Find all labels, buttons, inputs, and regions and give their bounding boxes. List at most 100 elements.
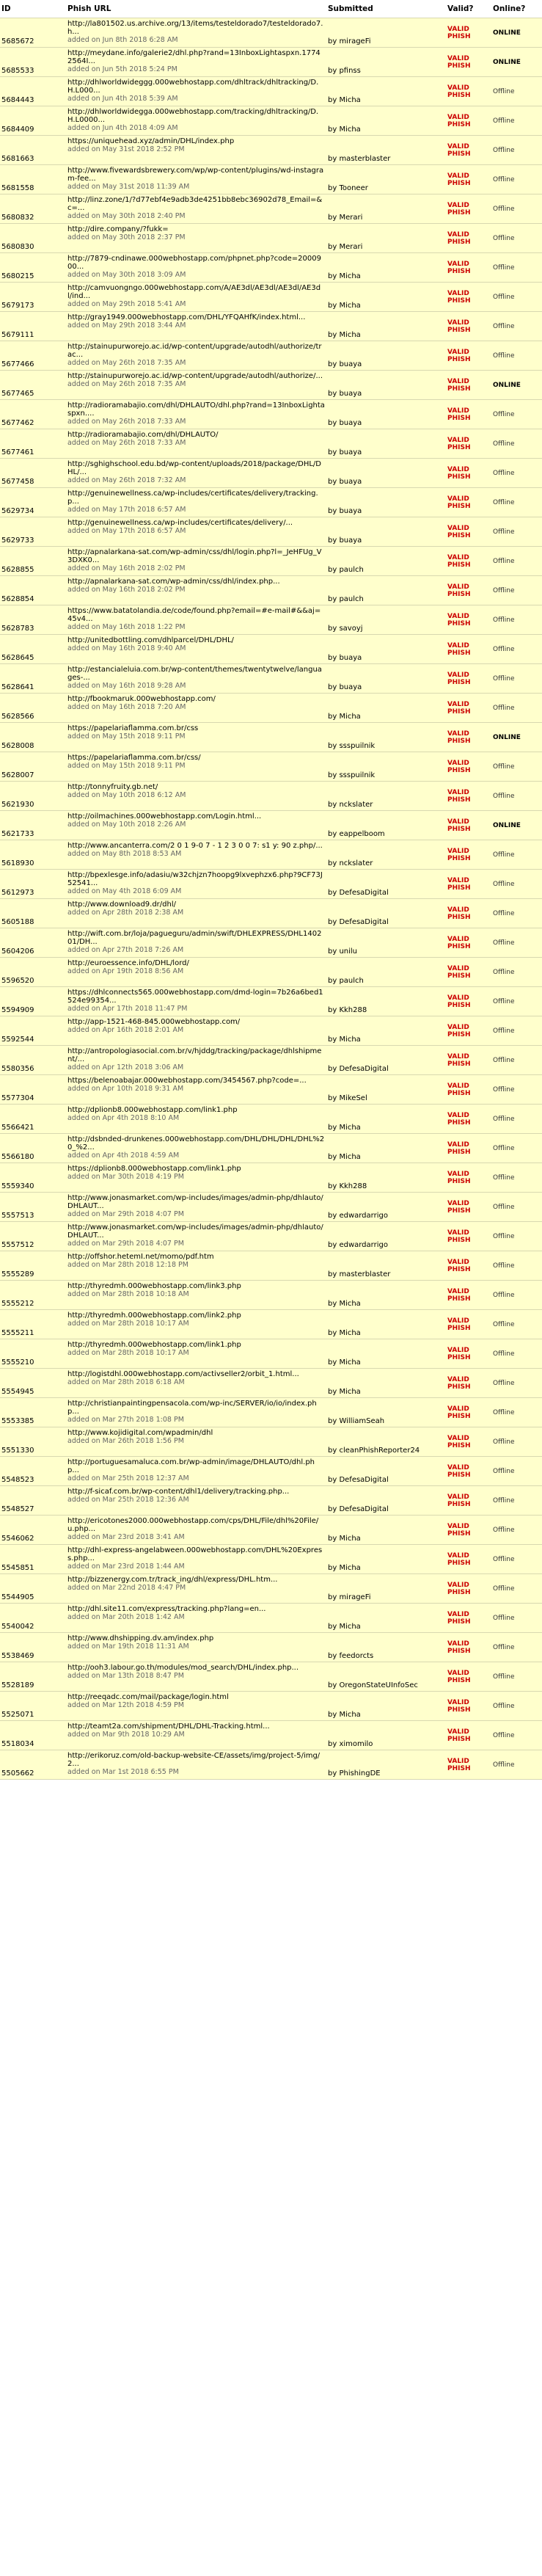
phish-url-link[interactable]: http://wift.com.br/loja/pagueguru/admin/… — [67, 930, 325, 946]
phish-url-link[interactable]: https://www.batatolandia.de/code/found.p… — [67, 607, 325, 623]
phish-id-link[interactable]: 5553385 — [1, 1417, 34, 1425]
phish-url-link[interactable]: http://la801502.us.archive.org/13/items/… — [67, 20, 325, 36]
submitter-link[interactable]: by savoyj — [328, 625, 363, 633]
header-valid[interactable]: Valid? — [446, 0, 491, 18]
submitter-link[interactable]: by DefesaDigital — [328, 1476, 389, 1484]
submitter-link[interactable]: by Micha — [328, 1153, 361, 1161]
phish-id-link[interactable]: 5528189 — [1, 1681, 34, 1689]
phish-id-link[interactable]: 5612973 — [1, 889, 34, 897]
submitter-link[interactable]: by Micha — [328, 302, 361, 310]
phish-url-link[interactable]: http://www.download9.dr/dhl/ — [67, 900, 325, 909]
header-id[interactable]: ID — [0, 0, 66, 18]
phish-url-link[interactable]: http://bpexlesge.info/adasiu/w32chjzn7ho… — [67, 871, 325, 887]
phish-id-link[interactable]: 5628645 — [1, 654, 34, 662]
phish-url-link[interactable]: https://papelariaflamma.com.br/css — [67, 724, 325, 732]
submitter-link[interactable]: by paulch — [328, 977, 364, 985]
submitter-link[interactable]: by Tooneer — [328, 184, 368, 192]
submitter-link[interactable]: by Micha — [328, 1329, 361, 1337]
submitter-link[interactable]: by ssspuilnik — [328, 742, 375, 750]
phish-id-link[interactable]: 5629733 — [1, 536, 34, 545]
phish-id-link[interactable]: 5680832 — [1, 214, 34, 222]
phish-id-link[interactable]: 5681663 — [1, 155, 34, 163]
submitter-link[interactable]: by buaya — [328, 536, 362, 545]
phish-url-link[interactable]: http://gray1949.000webhostapp.com/DHL/YF… — [67, 313, 325, 321]
phish-id-link[interactable]: 5684443 — [1, 96, 34, 104]
submitter-link[interactable]: by Kkh288 — [328, 1182, 367, 1190]
submitter-link[interactable]: by buaya — [328, 448, 362, 456]
phish-id-link[interactable]: 5677462 — [1, 419, 34, 427]
phish-url-link[interactable]: http://offshor.hetemI.net/momo/pdf.htm — [67, 1253, 325, 1261]
submitter-link[interactable]: by Merari — [328, 243, 362, 251]
phish-id-link[interactable]: 5680215 — [1, 272, 34, 280]
phish-id-link[interactable]: 5525071 — [1, 1711, 34, 1719]
phish-url-link[interactable]: http://estancialeluia.com.br/wp-content/… — [67, 666, 325, 682]
phish-url-link[interactable]: http://stainupurworejo.ac.id/wp-content/… — [67, 343, 325, 359]
phish-id-link[interactable]: 5628783 — [1, 625, 34, 633]
phish-id-link[interactable]: 5545851 — [1, 1564, 34, 1572]
phish-url-link[interactable]: http://www.kojidigital.com/wpadmin/dhl — [67, 1429, 325, 1437]
phish-id-link[interactable]: 5577304 — [1, 1094, 34, 1102]
phish-id-link[interactable]: 5551330 — [1, 1447, 34, 1455]
header-online[interactable]: Online? — [491, 0, 542, 18]
phish-url-link[interactable]: https://uniquehead.xyz/admin/DHL/index.p… — [67, 137, 325, 145]
submitter-link[interactable]: by Micha — [328, 1388, 361, 1396]
phish-url-link[interactable]: http://www.ancanterra.com/2 0 1 9-0 7 - … — [67, 842, 325, 850]
submitter-link[interactable]: by Micha — [328, 272, 361, 280]
submitter-link[interactable]: by unilu — [328, 947, 357, 956]
submitter-link[interactable]: by edwardarrigo — [328, 1241, 388, 1249]
phish-url-link[interactable]: http://thyredmh.000webhostapp.com/link1.… — [67, 1341, 325, 1349]
phish-id-link[interactable]: 5621733 — [1, 830, 34, 838]
submitter-link[interactable]: by Merari — [328, 214, 362, 222]
submitter-link[interactable]: by buaya — [328, 390, 362, 398]
phish-url-link[interactable]: https://dhlconnects565.000webhostapp.com… — [67, 989, 325, 1005]
phish-id-link[interactable]: 5604206 — [1, 947, 34, 956]
phish-url-link[interactable]: http://radioramabajio.com/dhl/DHLAUTO/ — [67, 431, 325, 439]
phish-id-link[interactable]: 5618930 — [1, 859, 34, 867]
submitter-link[interactable]: by paulch — [328, 566, 364, 574]
phish-id-link[interactable]: 5544905 — [1, 1593, 34, 1601]
phish-url-link[interactable]: http://www.jonasmarket.com/wp-includes/i… — [67, 1223, 325, 1240]
phish-id-link[interactable]: 5628855 — [1, 566, 34, 574]
submitter-link[interactable]: by WilliamSeah — [328, 1417, 384, 1425]
phish-url-link[interactable]: http://meydane.info/galerie2/dhl.php?ran… — [67, 49, 325, 65]
phish-id-link[interactable]: 5628566 — [1, 713, 34, 721]
submitter-link[interactable]: by paulch — [328, 595, 364, 603]
phish-url-link[interactable]: http://logistdhl.000webhostapp.com/activ… — [67, 1370, 325, 1378]
phish-id-link[interactable]: 5681558 — [1, 184, 34, 192]
phish-id-link[interactable]: 5548523 — [1, 1476, 34, 1484]
submitter-link[interactable]: by buaya — [328, 683, 362, 691]
submitter-link[interactable]: by DefesaDigital — [328, 1505, 389, 1513]
phish-id-link[interactable]: 5557513 — [1, 1212, 34, 1220]
submitter-link[interactable]: by pfinss — [328, 67, 361, 75]
submitter-link[interactable]: by Micha — [328, 1036, 361, 1044]
phish-id-link[interactable]: 5555211 — [1, 1329, 34, 1337]
phish-id-link[interactable]: 5677461 — [1, 448, 34, 456]
phish-url-link[interactable]: https://dplionb8.000webhostapp.com/link1… — [67, 1165, 325, 1173]
submitter-link[interactable]: by Micha — [328, 1124, 361, 1132]
submitter-link[interactable]: by mirageFi — [328, 37, 371, 46]
header-submitted[interactable]: Submitted — [326, 0, 446, 18]
submitter-link[interactable]: by eappelboom — [328, 830, 385, 838]
submitter-link[interactable]: by buaya — [328, 419, 362, 427]
phish-id-link[interactable]: 5555289 — [1, 1270, 34, 1278]
phish-url-link[interactable]: http://christianpaintingpensacola.com/wp… — [67, 1400, 325, 1416]
submitter-link[interactable]: by ssspuilnik — [328, 771, 375, 779]
phish-url-link[interactable]: http://app-1521-468-845.000webhostapp.co… — [67, 1018, 325, 1026]
phish-id-link[interactable]: 5580356 — [1, 1065, 34, 1073]
submitter-link[interactable]: by cleanPhishReporter24 — [328, 1447, 420, 1455]
header-phish-url[interactable]: Phish URL — [66, 0, 326, 18]
phish-url-link[interactable]: http://genuinewellness.ca/wp-includes/ce… — [67, 519, 325, 527]
submitter-link[interactable]: by DefesaDigital — [328, 889, 389, 897]
phish-url-link[interactable]: http://tonnyfruity.gb.net/ — [67, 783, 325, 791]
phish-id-link[interactable]: 5677465 — [1, 390, 34, 398]
submitter-link[interactable]: by mirageFi — [328, 1593, 371, 1601]
phish-id-link[interactable]: 5629734 — [1, 507, 34, 515]
phish-id-link[interactable]: 5548527 — [1, 1505, 34, 1513]
phish-id-link[interactable]: 5621930 — [1, 801, 34, 809]
submitter-link[interactable]: by Micha — [328, 96, 361, 104]
submitter-link[interactable]: by buaya — [328, 654, 362, 662]
phish-url-link[interactable]: http://dhlworldwideggg.000webhostapp.com… — [67, 79, 325, 95]
phish-url-link[interactable]: http://dsbnded-drunkenes.000webhostapp.c… — [67, 1135, 325, 1151]
submitter-link[interactable]: by Micha — [328, 331, 361, 339]
phish-url-link[interactable]: http://stainupurworejo.ac.id/wp-content/… — [67, 372, 325, 380]
